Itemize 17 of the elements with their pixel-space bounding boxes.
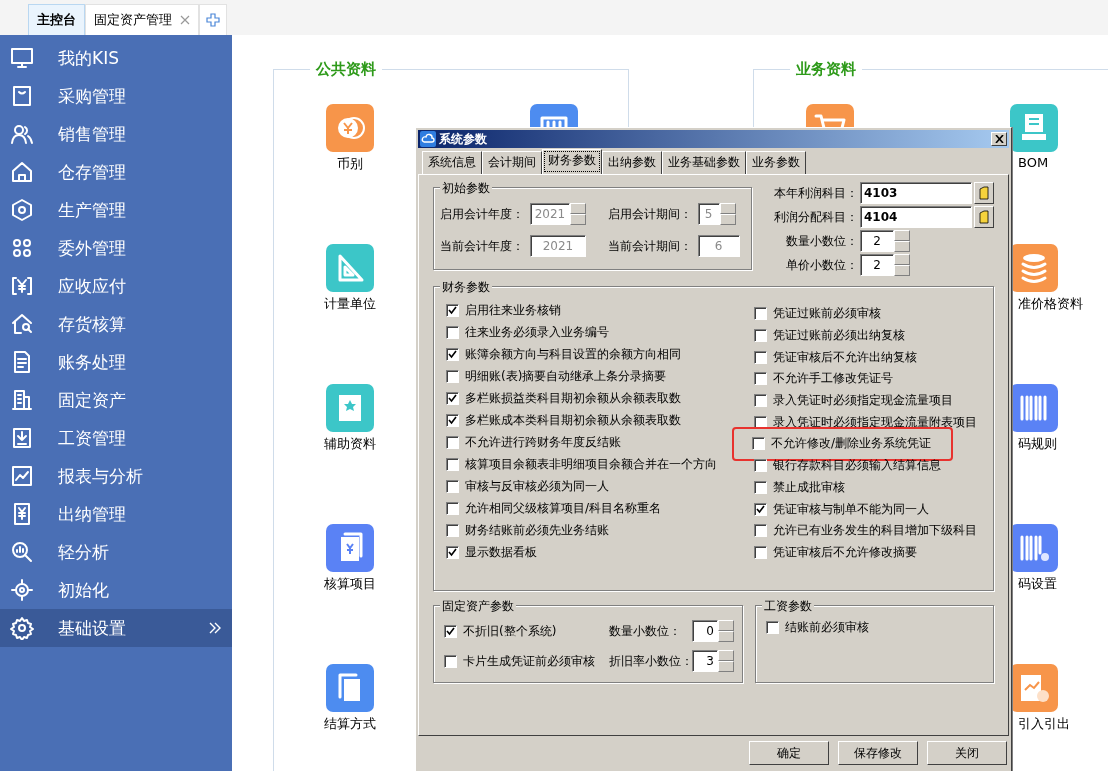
field-label: 单价小数位： <box>785 256 858 274</box>
section-title: 公共资料 <box>314 60 377 79</box>
section-title: 业务资料 <box>795 60 857 79</box>
group-title: 财务参数 <box>440 279 492 296</box>
field-label: 启用会计年度： <box>440 205 525 223</box>
group-title: 初始参数 <box>440 180 492 197</box>
field-label: 利润分配科目： <box>773 208 858 226</box>
field-label: 数量小数位： <box>785 232 858 250</box>
field-label: 当前会计年度： <box>440 237 525 255</box>
group-title: 工资参数 <box>762 598 814 615</box>
group-title: 固定资产参数 <box>440 598 516 615</box>
field-label: 当前会计期间： <box>607 237 693 255</box>
window-title: 系统参数 <box>439 130 488 148</box>
field-label: 折旧率小数位： <box>609 652 692 670</box>
field-label: 数量小数位： <box>609 622 682 640</box>
field-label: 本年利润科目： <box>773 184 858 202</box>
field-label: 启用会计期间： <box>607 205 693 223</box>
